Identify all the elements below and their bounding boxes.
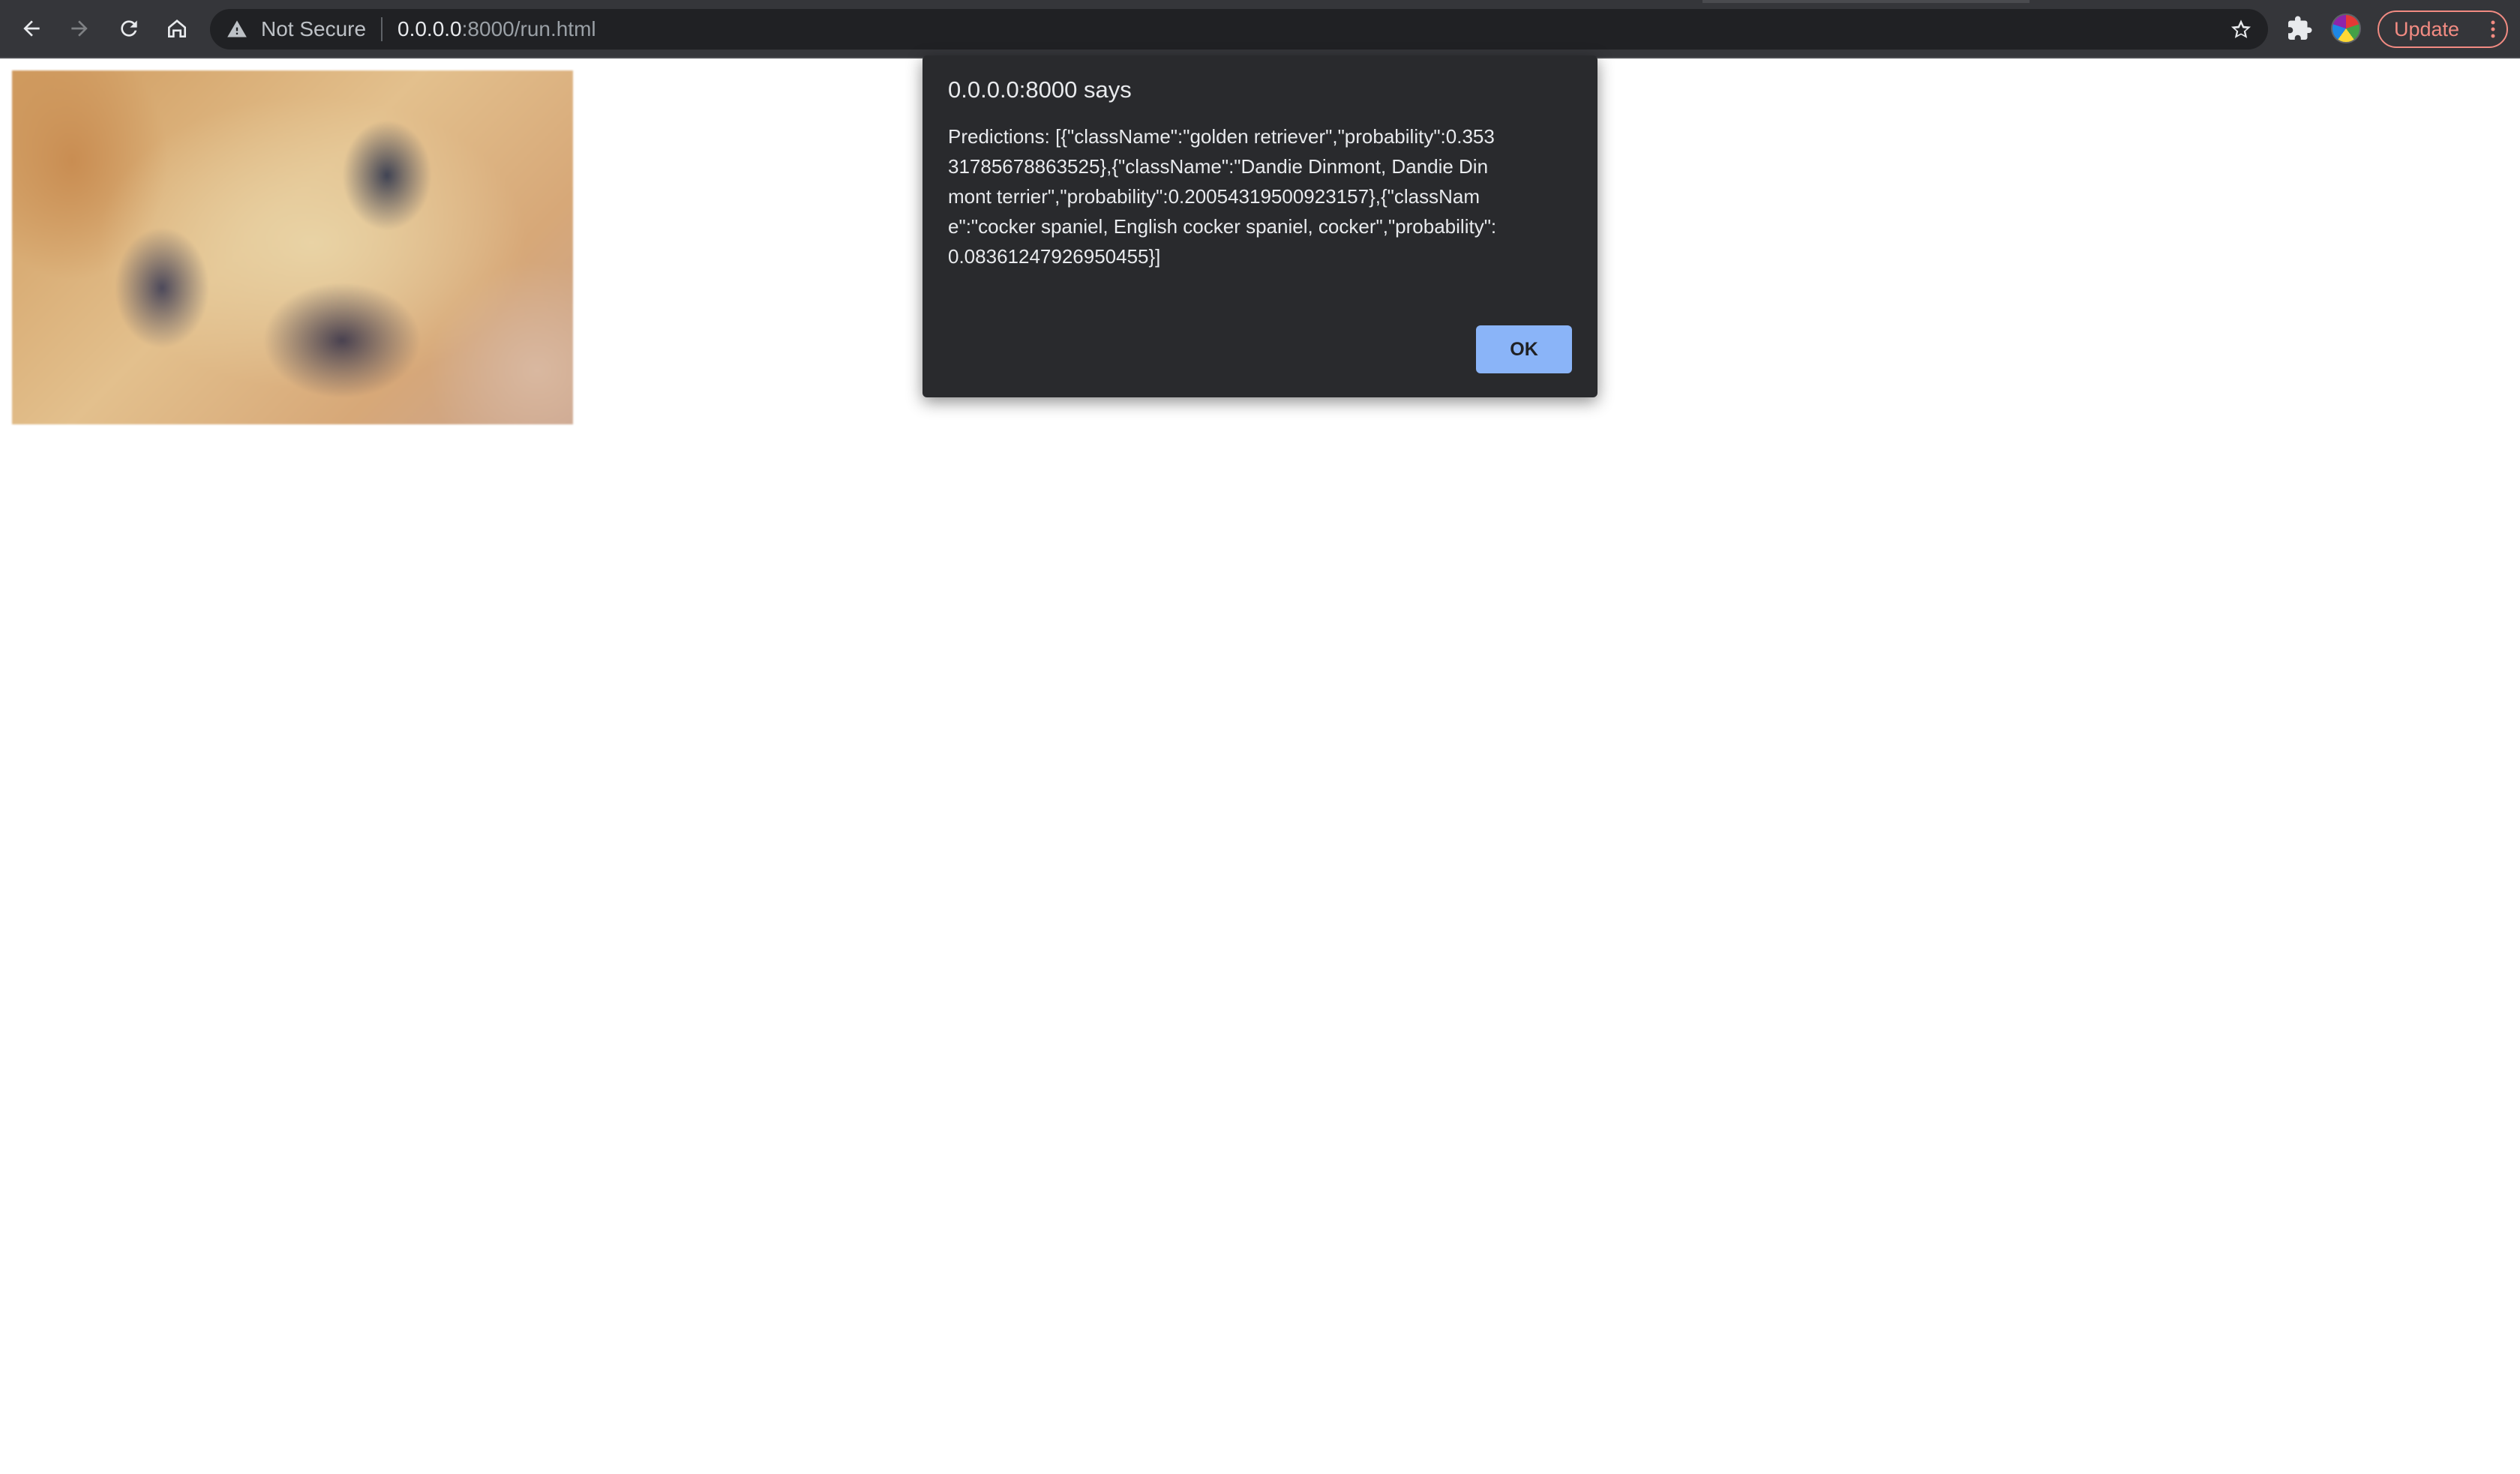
url-host: 0.0.0.0 bbox=[398, 17, 462, 40]
home-button[interactable] bbox=[159, 10, 195, 46]
home-icon bbox=[168, 19, 186, 37]
extensions-icon[interactable] bbox=[2286, 15, 2313, 42]
alert-dialog: 0.0.0.0:8000 says Predictions: [{"classN… bbox=[922, 55, 1598, 397]
reload-icon bbox=[121, 20, 137, 37]
url-text[interactable]: 0.0.0.0:8000/run.html bbox=[398, 9, 596, 49]
address-bar[interactable]: Not Secure 0.0.0.0:8000/run.html bbox=[210, 9, 2268, 49]
avatar[interactable] bbox=[2331, 13, 2361, 43]
url-path: :8000/run.html bbox=[461, 17, 596, 40]
browser-toolbar: Not Secure 0.0.0.0:8000/run.html Update bbox=[0, 0, 2520, 58]
star-icon[interactable] bbox=[2229, 17, 2253, 41]
back-button[interactable] bbox=[14, 10, 50, 46]
update-button[interactable]: Update bbox=[2378, 10, 2508, 48]
forward-icon bbox=[71, 20, 88, 37]
ok-button[interactable]: OK bbox=[1476, 325, 1572, 373]
dog-face-image bbox=[12, 70, 573, 424]
security-indicator[interactable]: Not Secure bbox=[261, 9, 366, 49]
reload-button[interactable] bbox=[111, 10, 147, 46]
address-separator bbox=[381, 17, 382, 41]
kebab-menu-icon bbox=[2491, 20, 2495, 38]
dialog-title: 0.0.0.0:8000 says bbox=[948, 76, 1132, 103]
update-label: Update bbox=[2394, 18, 2460, 40]
tab-strip-edge bbox=[1702, 0, 2030, 3]
dialog-message: Predictions: [{"className":"golden retri… bbox=[948, 125, 1497, 268]
forward-button[interactable] bbox=[62, 10, 98, 46]
warning-icon[interactable] bbox=[226, 19, 248, 40]
back-icon bbox=[23, 20, 40, 37]
